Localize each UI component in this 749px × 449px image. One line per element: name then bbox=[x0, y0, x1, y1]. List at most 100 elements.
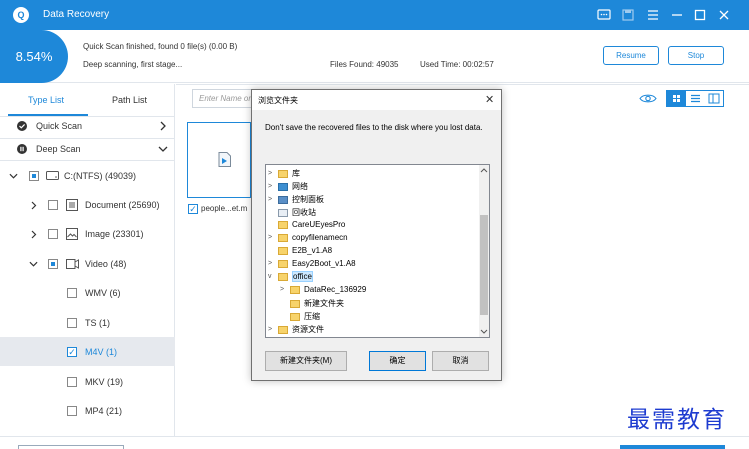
folder-row[interactable]: > Easy2Boot_v1.A8 bbox=[268, 259, 366, 272]
image-icon bbox=[66, 228, 78, 240]
folder-row[interactable]: CareUEyesPro bbox=[268, 220, 366, 233]
m4v-checkbox[interactable]: ✓ bbox=[67, 347, 77, 357]
title-bar bbox=[0, 0, 749, 30]
chevron-right-icon[interactable]: > bbox=[268, 183, 278, 190]
folder-row[interactable]: > 库 bbox=[268, 168, 366, 181]
folder-icon bbox=[278, 233, 288, 242]
ts-checkbox[interactable] bbox=[67, 318, 77, 328]
resume-button[interactable]: Resume bbox=[603, 46, 659, 65]
mp4-label[interactable]: MP4 (21) bbox=[85, 406, 122, 416]
mp4-checkbox[interactable] bbox=[67, 406, 77, 416]
folder-icon bbox=[290, 312, 300, 321]
maximize-icon[interactable] bbox=[693, 8, 707, 22]
folder-row[interactable]: 回收站 bbox=[268, 207, 366, 220]
grid-view-icon[interactable] bbox=[667, 91, 686, 106]
scroll-down-icon[interactable] bbox=[480, 329, 488, 335]
dialog-close-icon[interactable]: ✕ bbox=[485, 93, 494, 106]
new-folder-button[interactable]: 新建文件夹(M) bbox=[265, 351, 347, 371]
eye-icon[interactable] bbox=[639, 93, 657, 104]
scrollbar-thumb[interactable] bbox=[480, 215, 488, 315]
quick-scan-status: Quick Scan finished, found 0 file(s) (0.… bbox=[83, 42, 238, 51]
dialog-message: Don't save the recovered files to the di… bbox=[265, 123, 483, 132]
hard-drive-icon bbox=[46, 171, 59, 180]
back-button[interactable] bbox=[18, 445, 124, 449]
video-file-icon bbox=[218, 152, 231, 167]
folder-row[interactable]: E2B_v1.A8 bbox=[268, 246, 366, 259]
chevron-right-icon[interactable]: > bbox=[268, 234, 278, 241]
cancel-button[interactable]: 取消 bbox=[432, 351, 489, 371]
folder-row-selected[interactable]: v office bbox=[268, 271, 366, 285]
toolbar-divider bbox=[176, 84, 749, 85]
document-checkbox[interactable] bbox=[48, 200, 58, 210]
chevron-right-icon[interactable]: > bbox=[268, 170, 278, 177]
feedback-icon[interactable] bbox=[597, 8, 611, 22]
control-panel-icon bbox=[278, 195, 288, 204]
chevron-right-icon[interactable] bbox=[31, 201, 37, 210]
app-logo-icon: Q bbox=[13, 7, 29, 23]
image-label[interactable]: Image (23301) bbox=[85, 229, 144, 239]
folder-row[interactable]: > DataRec_136929 bbox=[268, 285, 366, 298]
folder-row[interactable]: > 网络 bbox=[268, 181, 366, 194]
folder-icon bbox=[278, 259, 288, 268]
file-name: people...et.m bbox=[201, 204, 248, 213]
file-checkbox[interactable]: ✓ bbox=[188, 204, 198, 214]
watermark: 最需教育 bbox=[627, 407, 727, 433]
video-checkbox[interactable] bbox=[48, 259, 58, 269]
recover-button[interactable] bbox=[620, 445, 725, 449]
chevron-down-icon[interactable] bbox=[29, 260, 38, 268]
m4v-label[interactable]: M4V (1) bbox=[85, 347, 117, 357]
chevron-right-icon[interactable]: > bbox=[280, 286, 290, 293]
folder-icon bbox=[278, 325, 288, 334]
folder-row[interactable]: 压缩 bbox=[268, 311, 366, 324]
mkv-label[interactable]: MKV (19) bbox=[85, 377, 123, 387]
folder-icon bbox=[290, 285, 300, 294]
menu-icon[interactable] bbox=[646, 8, 660, 22]
folder-icon bbox=[278, 169, 288, 178]
wmv-checkbox[interactable] bbox=[67, 288, 77, 298]
folder-icon bbox=[278, 272, 288, 281]
ok-button[interactable]: 确定 bbox=[369, 351, 426, 371]
list-view-icon[interactable] bbox=[686, 91, 705, 106]
folder-row[interactable]: > copyfilenamecn bbox=[268, 233, 366, 246]
deep-scan-status: Deep scanning, first stage... bbox=[83, 60, 183, 69]
chevron-right-icon[interactable] bbox=[159, 121, 167, 131]
folder-tree[interactable]: > 库 > 网络 > 控制面板 回收站 CareUEyesPro > copyfilen… bbox=[265, 164, 490, 338]
tab-path-list[interactable]: Path List bbox=[112, 95, 147, 105]
chevron-right-icon[interactable]: > bbox=[268, 326, 278, 333]
tab-divider bbox=[0, 116, 175, 117]
image-checkbox[interactable] bbox=[48, 229, 58, 239]
check-circle-icon bbox=[17, 121, 27, 131]
stop-button[interactable]: Stop bbox=[668, 46, 724, 65]
minimize-icon[interactable] bbox=[670, 8, 684, 22]
chevron-right-icon[interactable] bbox=[31, 230, 37, 239]
used-time: Used Time: 00:02:57 bbox=[420, 60, 494, 69]
mkv-checkbox[interactable] bbox=[67, 377, 77, 387]
detail-view-icon[interactable] bbox=[705, 91, 723, 106]
chevron-right-icon[interactable]: > bbox=[268, 196, 278, 203]
document-label[interactable]: Document (25690) bbox=[85, 200, 160, 210]
video-label[interactable]: Video (48) bbox=[85, 259, 126, 269]
chevron-down-icon[interactable] bbox=[158, 145, 168, 153]
dialog-title: 浏览文件夹 bbox=[258, 96, 298, 105]
document-icon bbox=[66, 199, 78, 211]
files-found: Files Found: 49035 bbox=[330, 60, 399, 69]
recycle-bin-icon bbox=[278, 208, 288, 217]
chevron-down-icon[interactable]: v bbox=[268, 273, 278, 280]
scroll-up-icon[interactable] bbox=[480, 167, 488, 173]
save-icon[interactable] bbox=[621, 8, 635, 22]
ts-label[interactable]: TS (1) bbox=[85, 318, 110, 328]
close-icon[interactable] bbox=[717, 8, 731, 22]
folder-row[interactable]: 新建文件夹 bbox=[268, 298, 366, 311]
drive-label[interactable]: C:(NTFS) (49039) bbox=[64, 171, 136, 181]
tab-type-list[interactable]: Type List bbox=[28, 95, 64, 105]
video-icon bbox=[66, 259, 79, 269]
chevron-down-icon[interactable] bbox=[9, 172, 18, 180]
deep-scan-label[interactable]: Deep Scan bbox=[36, 144, 81, 154]
folder-row[interactable]: > 资源文件 bbox=[268, 324, 366, 337]
drive-checkbox[interactable] bbox=[29, 171, 39, 181]
quick-scan-label[interactable]: Quick Scan bbox=[36, 121, 82, 131]
chevron-right-icon[interactable]: > bbox=[268, 260, 278, 267]
folder-row[interactable]: > 控制面板 bbox=[268, 194, 366, 207]
divider bbox=[0, 160, 175, 161]
wmv-label[interactable]: WMV (6) bbox=[85, 288, 121, 298]
